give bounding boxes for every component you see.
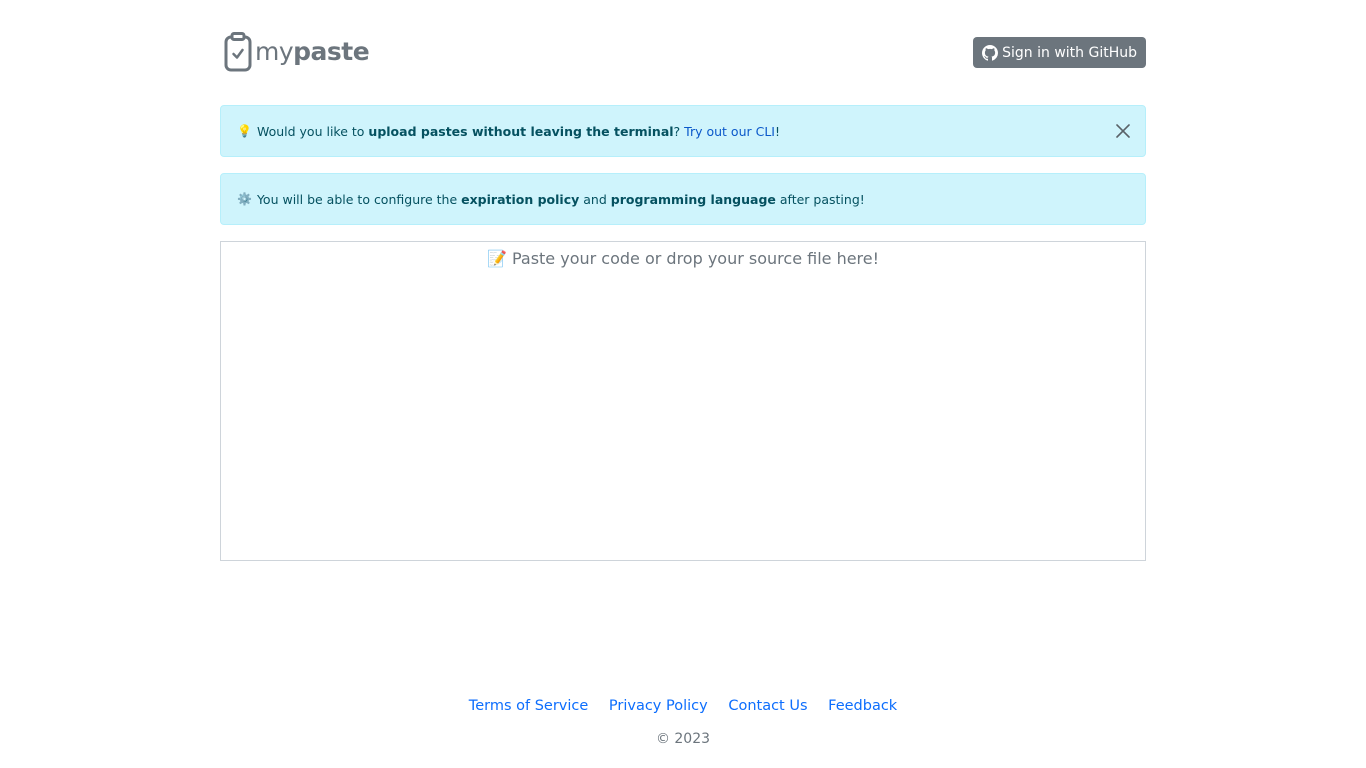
sign-in-github-button[interactable]: Sign in with GitHub (973, 37, 1146, 68)
cli-alert-text-before: Would you like to (256, 123, 365, 139)
close-icon[interactable] (1115, 123, 1131, 139)
privacy-policy-link[interactable]: Privacy Policy (609, 698, 708, 714)
cli-alert-bold: upload pastes without leaving the termin… (368, 123, 674, 139)
feedback-link[interactable]: Feedback (828, 698, 897, 714)
logo-text-my: my (255, 37, 294, 66)
copyright: © 2023 (655, 731, 711, 747)
github-icon (982, 44, 999, 61)
config-alert: ⚙️ You will be able to configure the exp… (220, 173, 1146, 225)
config-alert-bold-expiration: expiration policy (461, 191, 580, 207)
cli-alert-text-after: ! (775, 123, 781, 139)
sign-in-github-label: Sign in with GitHub (1002, 44, 1137, 61)
paste-placeholder: 📝 Paste your code or drop your source fi… (486, 249, 880, 268)
config-alert-text-before: You will be able to configure the (256, 191, 458, 207)
logo-link[interactable]: mypaste (223, 32, 370, 72)
header: mypaste Sign in with GitHub (220, 30, 1146, 76)
cli-alert: 💡 Would you like to upload pastes withou… (220, 105, 1146, 157)
footer-links: Terms of Service Privacy Policy Contact … (0, 698, 1366, 714)
lightbulb-icon: 💡 (237, 124, 252, 138)
gear-icon: ⚙️ (237, 192, 252, 206)
terms-of-service-link[interactable]: Terms of Service (469, 698, 588, 714)
cli-link[interactable]: Try out our CLI (684, 124, 775, 139)
paste-drop-area[interactable]: 📝 Paste your code or drop your source fi… (220, 241, 1146, 561)
config-alert-text-after: after pasting! (779, 191, 865, 207)
clipboard-check-icon (224, 32, 252, 72)
logo-text: mypaste (255, 32, 370, 72)
config-alert-text-and: and (583, 191, 607, 207)
logo-text-paste: paste (293, 37, 370, 66)
contact-us-link[interactable]: Contact Us (728, 698, 807, 714)
config-alert-bold-language: programming language (610, 191, 776, 207)
cli-alert-text-mid: ? (673, 123, 681, 139)
